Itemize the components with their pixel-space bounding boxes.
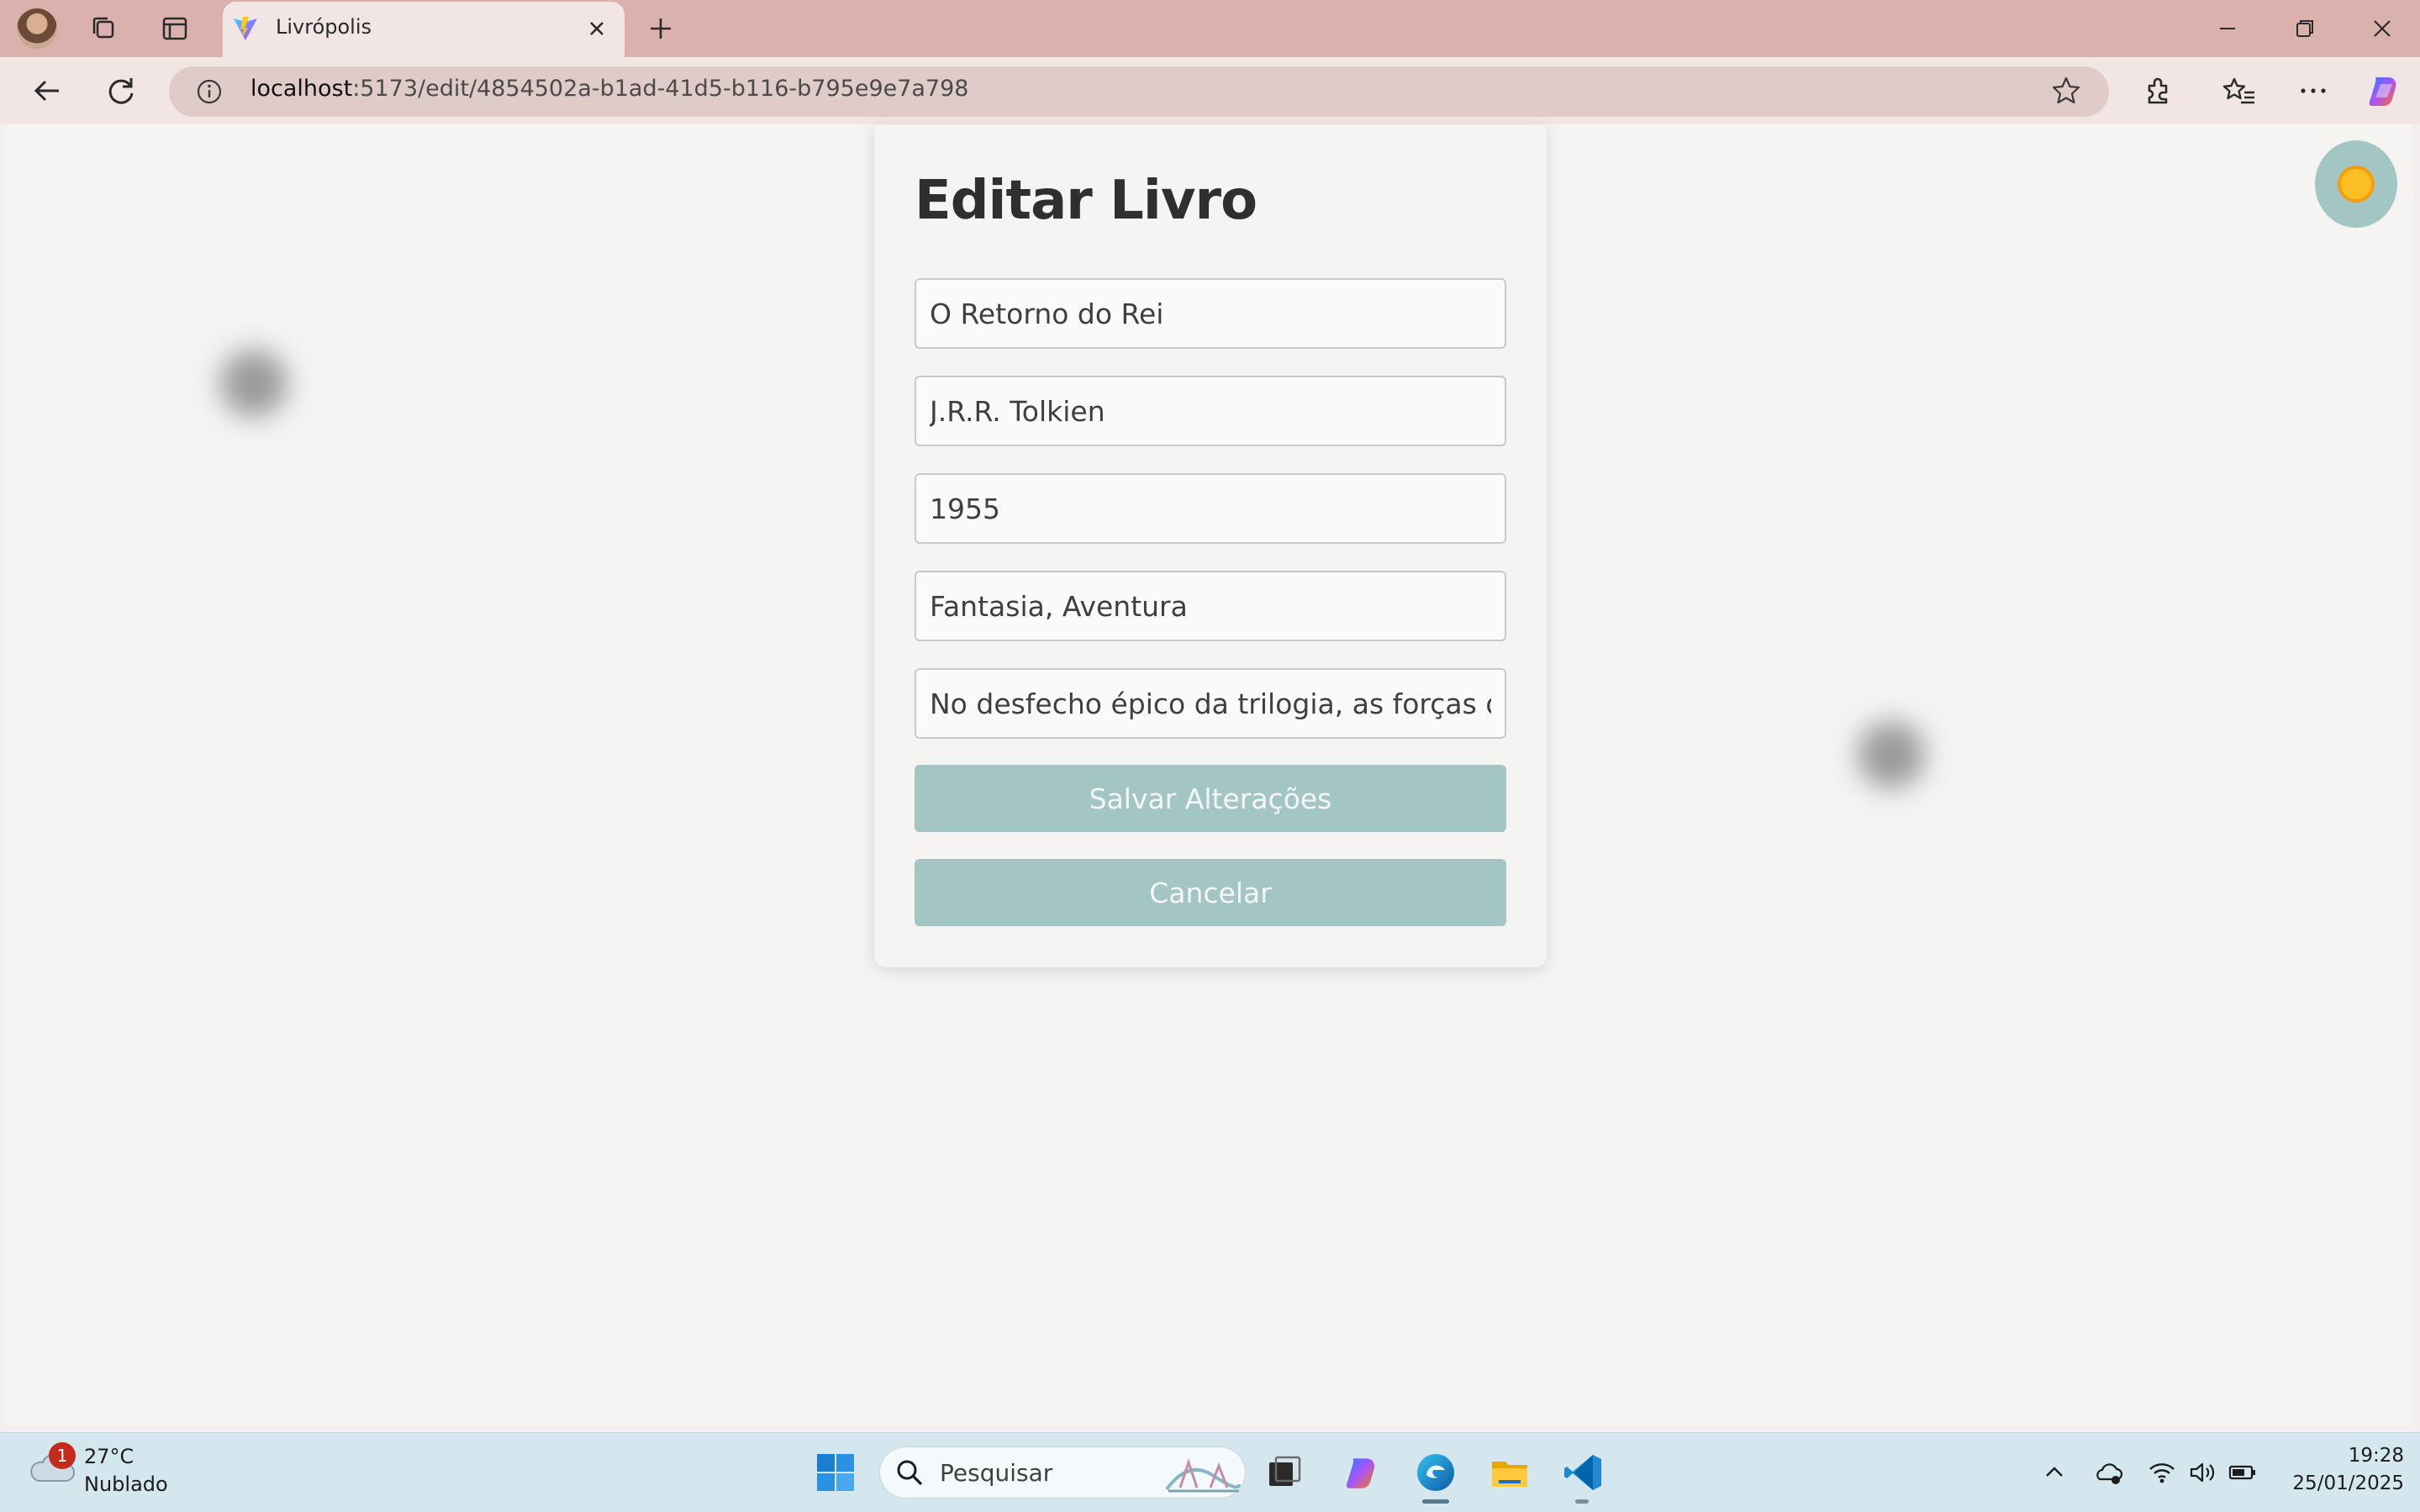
- search-highlight-image: [1163, 1451, 1242, 1494]
- page-title: Editar Livro: [915, 170, 1257, 232]
- close-tab-icon[interactable]: [580, 12, 614, 45]
- weather-desc[interactable]: Nublado: [84, 1472, 168, 1496]
- onedrive-icon[interactable]: [2093, 1457, 2123, 1488]
- author-input[interactable]: [915, 376, 1506, 446]
- edge-icon[interactable]: [1414, 1451, 1458, 1494]
- wifi-icon[interactable]: [2147, 1457, 2177, 1488]
- copilot-icon[interactable]: [2364, 71, 2404, 111]
- back-icon[interactable]: [27, 71, 67, 111]
- task-view-icon[interactable]: [1263, 1451, 1306, 1494]
- edge-active-indicator: [1422, 1499, 1449, 1504]
- save-button[interactable]: Salvar Alterações: [915, 765, 1506, 832]
- decorative-blur: [220, 350, 287, 417]
- vscode-icon[interactable]: [1562, 1451, 1605, 1494]
- volume-icon[interactable]: [2187, 1457, 2217, 1488]
- year-input[interactable]: [915, 473, 1506, 544]
- search-placeholder: Pesquisar: [940, 1459, 1053, 1487]
- info-icon[interactable]: [194, 76, 224, 107]
- close-window-icon[interactable]: [2364, 10, 2401, 47]
- plus-icon[interactable]: [642, 10, 679, 47]
- url-host: localhost: [250, 76, 353, 102]
- description-input[interactable]: [915, 668, 1506, 739]
- more-icon[interactable]: [2293, 71, 2333, 111]
- clock-date[interactable]: 25/01/2025: [2283, 1472, 2404, 1494]
- tab-actions-icon[interactable]: [156, 10, 193, 47]
- vscode-running-indicator: [1575, 1499, 1589, 1504]
- title-input[interactable]: [915, 278, 1506, 349]
- minimize-icon[interactable]: [2209, 10, 2246, 47]
- url-text[interactable]: localhost:5173/edit/4854502a-b1ad-41d5-b…: [250, 76, 969, 102]
- chevron-up-icon[interactable]: [2039, 1457, 2069, 1488]
- profile-avatar[interactable]: [17, 8, 57, 49]
- clock-time[interactable]: 19:28: [2333, 1445, 2404, 1467]
- genre-input[interactable]: [915, 571, 1506, 641]
- edit-book-card: [874, 124, 1547, 967]
- url-path: :5173/edit/4854502a-b1ad-41d5-b116-b795e…: [352, 76, 969, 102]
- theme-toggle-button[interactable]: [2315, 140, 2397, 228]
- sun-icon: [2338, 166, 2375, 203]
- weather-temp[interactable]: 27°C: [84, 1445, 134, 1468]
- tab-title: Livrópolis: [276, 15, 372, 39]
- workspaces-icon[interactable]: [86, 10, 123, 47]
- star-icon[interactable]: [2049, 74, 2083, 108]
- file-explorer-icon[interactable]: [1488, 1451, 1532, 1494]
- battery-icon[interactable]: [2228, 1457, 2258, 1488]
- vite-logo-icon: [232, 15, 259, 42]
- restore-icon[interactable]: [2286, 10, 2323, 47]
- cancel-button[interactable]: Cancelar: [915, 859, 1506, 926]
- copilot-app-icon[interactable]: [1340, 1451, 1384, 1494]
- search-icon: [894, 1457, 925, 1488]
- decorative-blur: [1858, 721, 1925, 788]
- extensions-icon[interactable]: [2138, 71, 2178, 111]
- refresh-icon[interactable]: [101, 71, 141, 111]
- favorites-icon[interactable]: [2219, 71, 2259, 111]
- weather-badge: 1: [49, 1442, 76, 1469]
- windows-start-icon[interactable]: [814, 1451, 857, 1494]
